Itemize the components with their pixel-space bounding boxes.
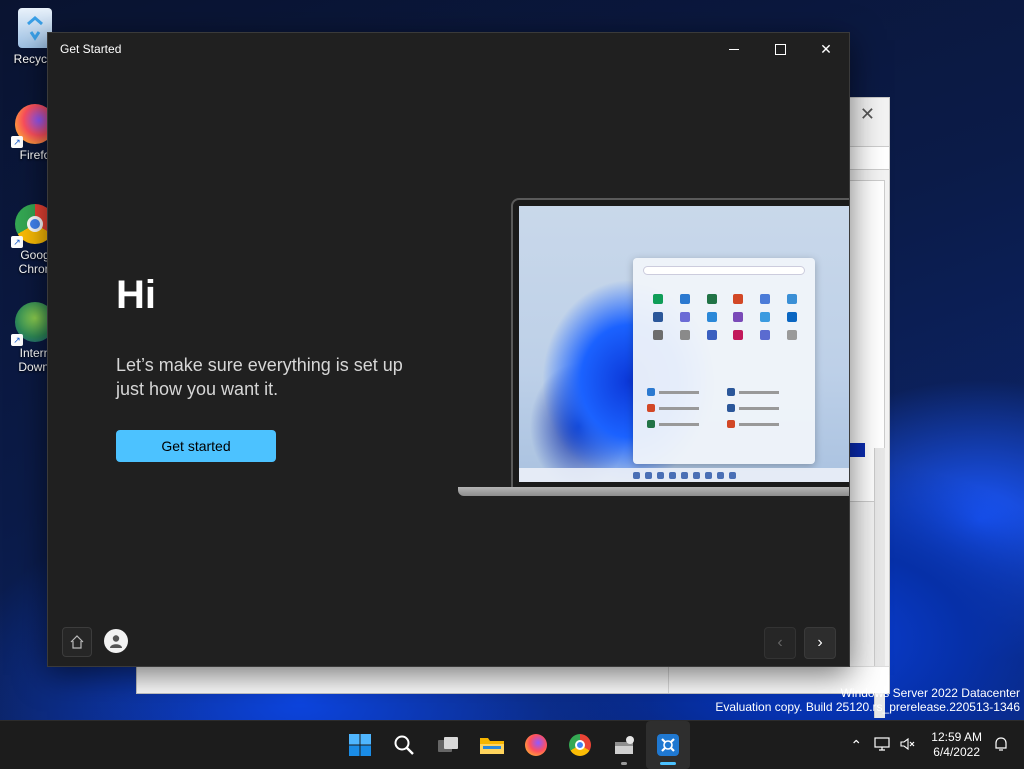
- home-icon: [70, 635, 84, 649]
- close-icon: ✕: [820, 40, 832, 57]
- chrome-icon: [569, 734, 591, 756]
- home-button[interactable]: [62, 627, 92, 657]
- maximize-button[interactable]: [757, 33, 803, 65]
- user-avatar-icon: [110, 635, 122, 648]
- close-button[interactable]: ✕: [803, 33, 849, 65]
- show-hidden-icons-chevron-icon[interactable]: ⌃: [843, 737, 869, 754]
- background-window-selection: [849, 443, 865, 457]
- taskbar: ⌃ 12:59 AM 6/4/2022: [0, 720, 1024, 769]
- clock-date: 6/4/2022: [933, 745, 980, 759]
- volume-muted-icon[interactable]: [895, 737, 921, 754]
- shortcut-arrow-icon: ↗: [11, 236, 23, 248]
- clock-time: 12:59 AM: [931, 730, 982, 744]
- chrome-button[interactable]: [558, 721, 602, 769]
- account-button[interactable]: [104, 629, 128, 653]
- firefox-button[interactable]: [514, 721, 558, 769]
- get-started-icon: [657, 734, 679, 756]
- previous-button[interactable]: ‹: [764, 627, 796, 659]
- background-window-close-icon[interactable]: ✕: [860, 104, 875, 125]
- page-subtitle: Let’s make sure everything is set up jus…: [116, 355, 403, 399]
- installer-icon: [615, 736, 634, 754]
- network-icon[interactable]: [869, 736, 895, 754]
- illustration-taskbar: [519, 468, 849, 482]
- taskbar-apps: [338, 721, 690, 769]
- get-started-button[interactable]: Get started: [116, 430, 276, 462]
- start-button[interactable]: [338, 721, 382, 769]
- task-view-button[interactable]: [426, 721, 470, 769]
- shortcut-arrow-icon: ↗: [11, 136, 23, 148]
- running-indicator: [621, 762, 627, 765]
- start-icon: [349, 734, 371, 756]
- laptop-base-illustration: [458, 487, 849, 496]
- file-explorer-button[interactable]: [470, 721, 514, 769]
- system-tray: ⌃ 12:59 AM 6/4/2022: [843, 721, 1024, 769]
- next-button[interactable]: ›: [804, 627, 836, 659]
- get-started-taskbar-button[interactable]: [646, 721, 690, 769]
- maximize-icon: [774, 43, 786, 55]
- get-started-window: Get Started ✕ Hi Let’s make sure everyth…: [47, 32, 850, 667]
- minimize-button[interactable]: [711, 33, 757, 65]
- search-button[interactable]: [382, 721, 426, 769]
- task-view-icon: [438, 737, 458, 752]
- notifications-icon[interactable]: [988, 736, 1014, 755]
- minimize-icon: [729, 48, 739, 50]
- watermark-edition: Windows Server 2022 Datacenter: [840, 686, 1020, 700]
- illustration-pinned-apps: [645, 294, 805, 340]
- title-bar[interactable]: Get Started ✕: [48, 33, 849, 65]
- illustration-search-box: [643, 266, 805, 275]
- active-indicator: [660, 762, 676, 765]
- file-explorer-icon: [480, 738, 504, 754]
- search-icon: [394, 735, 414, 755]
- installer-button[interactable]: [602, 721, 646, 769]
- illustration-recommended: [647, 388, 807, 428]
- chevron-left-icon: ‹: [777, 634, 783, 651]
- clock[interactable]: 12:59 AM 6/4/2022: [931, 730, 982, 760]
- os-watermark: Windows Server 2022 Datacenter Evaluatio…: [715, 686, 1020, 714]
- page-heading: Hi: [116, 273, 156, 317]
- start-menu-illustration: [633, 258, 815, 464]
- shortcut-arrow-icon: ↗: [11, 334, 23, 346]
- watermark-build: Evaluation copy. Build 25120.rs_prerelea…: [715, 700, 1020, 714]
- chevron-right-icon: ›: [817, 634, 823, 651]
- background-window-field: [849, 146, 889, 170]
- window-title: Get Started: [60, 42, 122, 56]
- laptop-screen-illustration: [519, 206, 849, 482]
- firefox-icon: [525, 734, 547, 756]
